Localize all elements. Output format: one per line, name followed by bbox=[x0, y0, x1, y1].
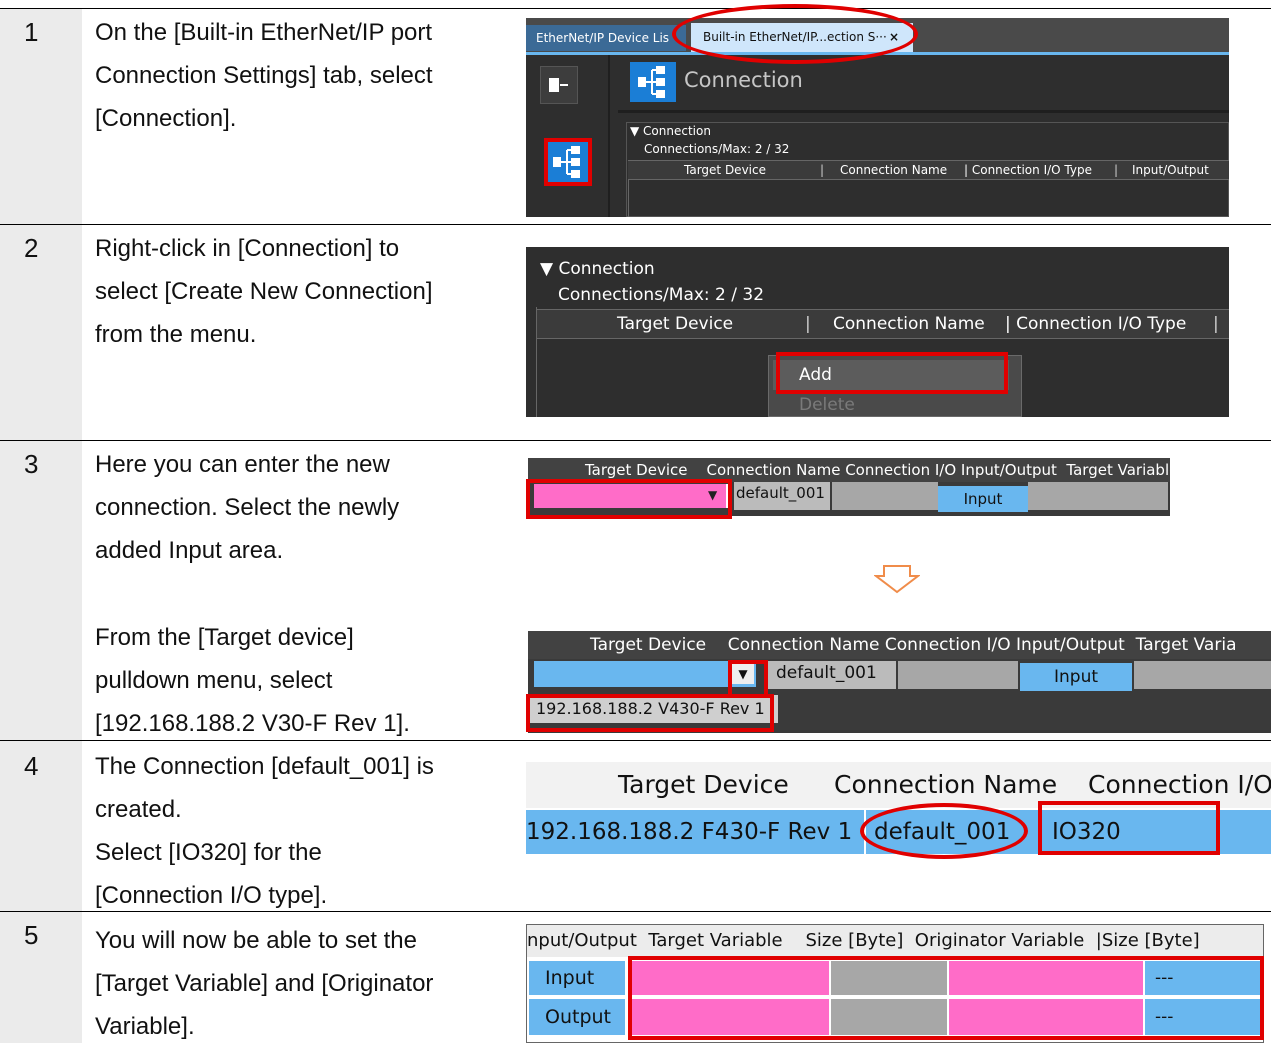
step-3b-text: From the [Target device] pulldown menu, … bbox=[95, 616, 505, 745]
text-line: [Connection]. bbox=[95, 105, 237, 132]
table-header: Target Device | Connection Name | Connec… bbox=[537, 309, 1229, 339]
text-line: Right-click in [Connection] to bbox=[95, 235, 400, 262]
section-title: Connection bbox=[684, 68, 803, 92]
text-line: Here you can enter the new bbox=[95, 451, 390, 478]
header-connection-name: Connection Name bbox=[840, 163, 948, 177]
target-device-select[interactable] bbox=[534, 661, 756, 687]
device-icon[interactable] bbox=[540, 66, 578, 104]
text-line: On the [Built-in EtherNet/IP port bbox=[95, 19, 433, 46]
text-line: [Target Variable] and [Originator bbox=[95, 970, 434, 997]
connection-name-cell[interactable]: default_001 bbox=[764, 661, 896, 689]
header-separator: | bbox=[1114, 163, 1119, 177]
connection-name-cell[interactable]: default_001 bbox=[734, 482, 830, 510]
header-separator: | bbox=[820, 163, 825, 177]
text-line: connection. Select the newly bbox=[95, 494, 400, 521]
highlight-ellipse bbox=[860, 803, 1028, 859]
connection-io-cell[interactable] bbox=[832, 482, 938, 510]
tab-device-list[interactable]: EtherNet/IP Device Lis bbox=[526, 25, 686, 51]
connection-icon[interactable] bbox=[544, 138, 592, 186]
step-2-text: Right-click in [Connection] to select [C… bbox=[95, 227, 505, 356]
header-connection-io-type: | Connection I/O Type bbox=[1005, 314, 1187, 334]
input-output-cell[interactable]: Input bbox=[1020, 663, 1132, 691]
header-connection-name: Connection Name bbox=[834, 770, 1058, 799]
rule bbox=[0, 224, 1271, 225]
step-1-text: On the [Built-in EtherNet/IP port Connec… bbox=[95, 11, 505, 140]
header-connection-name: Connection Name bbox=[833, 314, 985, 334]
io-cell[interactable]: Output bbox=[529, 999, 625, 1035]
step-number-cell: 3 bbox=[0, 441, 82, 740]
input-output-cell[interactable]: Input bbox=[938, 486, 1028, 512]
highlight-box bbox=[526, 694, 774, 732]
io-cell[interactable]: Input bbox=[529, 961, 625, 995]
highlight-box bbox=[728, 660, 768, 698]
step-number: 5 bbox=[24, 920, 39, 950]
target-variable-cell[interactable] bbox=[1028, 482, 1168, 510]
step-number: 4 bbox=[24, 751, 39, 781]
step-number-cell: 5 bbox=[0, 912, 82, 1043]
step-number-cell: 4 bbox=[0, 741, 82, 911]
rule bbox=[0, 440, 1271, 441]
table-header: Target Device Connection Name Connection… bbox=[528, 631, 1271, 659]
connection-count: Connections/Max: 2 / 32 bbox=[644, 142, 790, 156]
header-target-device: Target Device bbox=[618, 770, 789, 799]
section-icon bbox=[630, 62, 676, 102]
connection-io-cell[interactable] bbox=[898, 661, 1018, 689]
group-title[interactable]: ▼ Connection bbox=[630, 124, 711, 138]
text-line: The Connection [default_001] is bbox=[95, 753, 434, 780]
target-variable-cell[interactable] bbox=[1134, 661, 1271, 689]
step-number-cell: 2 bbox=[0, 225, 82, 440]
text-line: added Input area. bbox=[95, 537, 284, 564]
target-device-cell[interactable]: 192.168.188.2 F430-F Rev 1 bbox=[526, 810, 864, 854]
step-number: 1 bbox=[24, 17, 39, 47]
step-number-cell: 1 bbox=[0, 9, 82, 224]
step-3-text: Here you can enter the new connection. S… bbox=[95, 443, 505, 572]
highlight-box bbox=[526, 479, 732, 519]
step-5-text: You will now be able to set the [Target … bbox=[95, 919, 505, 1043]
header-target-device: Target Device bbox=[617, 314, 734, 334]
highlight-ellipse bbox=[672, 4, 918, 64]
text-line: from the menu. bbox=[95, 321, 257, 348]
text-line: [192.168.188.2 V30-F Rev 1]. bbox=[95, 710, 410, 737]
text-line: You will now be able to set the bbox=[95, 927, 417, 954]
menu-item-delete[interactable]: Delete bbox=[799, 395, 855, 415]
text-line: Select [IO320] for the bbox=[95, 839, 322, 866]
text-line: Connection Settings] tab, select bbox=[95, 62, 433, 89]
table-header: Target Device | Connection Name | Connec… bbox=[628, 160, 1229, 180]
text-line: select [Create New Connection] bbox=[95, 278, 433, 305]
table-header: nput/Output Target Variable Size [Byte] … bbox=[527, 925, 1263, 957]
header-separator: | bbox=[1213, 314, 1219, 334]
down-arrow-icon bbox=[874, 565, 920, 594]
header-connection-io-type: | Connection I/O Type bbox=[964, 163, 1092, 177]
connection-count: Connections/Max: 2 / 32 bbox=[558, 285, 765, 305]
connection-tree-icon bbox=[553, 146, 580, 178]
step-number: 2 bbox=[24, 233, 39, 263]
header-target-device: Target Device bbox=[684, 163, 766, 177]
text-line: Variable]. bbox=[95, 1013, 195, 1040]
text-line: From the [Target device] bbox=[95, 624, 354, 651]
rule bbox=[0, 8, 1271, 9]
header-input-output: Input/Output bbox=[1132, 163, 1209, 177]
text-line: pulldown menu, select bbox=[95, 667, 333, 694]
text-line: created. bbox=[95, 796, 182, 823]
step-number: 3 bbox=[24, 449, 39, 479]
highlight-box bbox=[776, 352, 1008, 394]
text-line: [Connection I/O type]. bbox=[95, 882, 328, 909]
highlight-box bbox=[1038, 801, 1220, 855]
group-title[interactable]: ▼ Connection bbox=[540, 259, 655, 279]
header-separator: | bbox=[805, 314, 811, 334]
connection-tree-icon bbox=[638, 66, 665, 98]
highlight-box bbox=[628, 956, 1264, 1040]
step-4-text: The Connection [default_001] is created.… bbox=[95, 745, 505, 917]
